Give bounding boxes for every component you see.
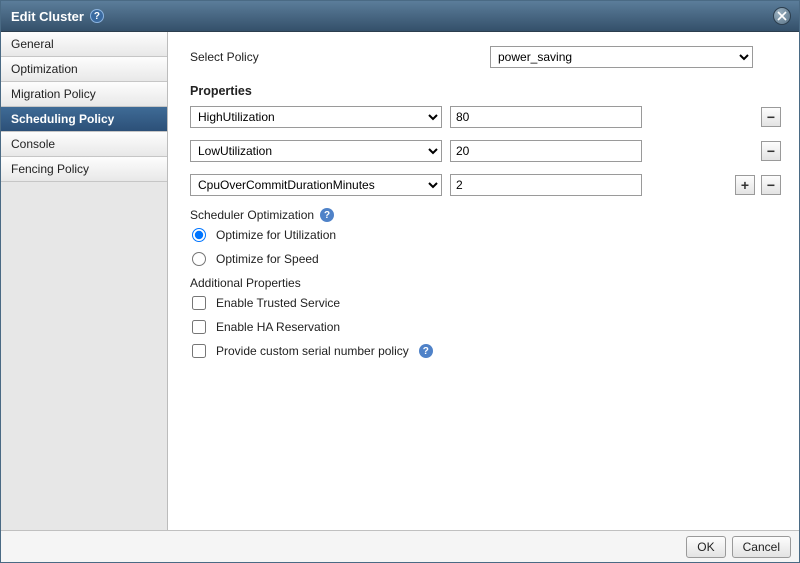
- check-label: Enable Trusted Service: [216, 296, 340, 310]
- sidebar-item-migration-policy[interactable]: Migration Policy: [1, 82, 167, 107]
- remove-property-button[interactable]: −: [761, 175, 781, 195]
- help-icon[interactable]: ?: [320, 208, 334, 222]
- sidebar-item-label: General: [11, 37, 54, 51]
- sidebar-item-label: Fencing Policy: [11, 162, 89, 176]
- property-value-input[interactable]: [450, 140, 642, 162]
- property-value-input[interactable]: [450, 174, 642, 196]
- properties-heading: Properties: [190, 84, 781, 98]
- check-label: Provide custom serial number policy: [216, 344, 409, 358]
- custom-serial-checkbox[interactable]: [192, 344, 206, 358]
- ha-reservation-checkbox[interactable]: [192, 320, 206, 334]
- cancel-button[interactable]: Cancel: [732, 536, 791, 558]
- scheduler-heading-row: Scheduler Optimization ?: [190, 208, 781, 222]
- sidebar-item-fencing-policy[interactable]: Fencing Policy: [1, 157, 167, 182]
- sidebar-item-console[interactable]: Console: [1, 132, 167, 157]
- close-icon: [777, 11, 787, 21]
- property-row: CpuOverCommitDurationMinutes + −: [190, 174, 781, 196]
- scheduler-radio-speed[interactable]: [192, 252, 206, 266]
- help-icon[interactable]: ?: [419, 344, 433, 358]
- remove-property-button[interactable]: −: [761, 141, 781, 161]
- sidebar-item-label: Optimization: [11, 62, 78, 76]
- sidebar: General Optimization Migration Policy Sc…: [1, 32, 168, 530]
- content-pane: Select Policy power_saving Properties Hi…: [168, 32, 799, 530]
- policy-select[interactable]: power_saving: [490, 46, 753, 68]
- property-buttons: −: [761, 107, 781, 127]
- property-row: LowUtilization −: [190, 140, 781, 162]
- dialog-body: General Optimization Migration Policy Sc…: [1, 31, 799, 530]
- property-name-select[interactable]: CpuOverCommitDurationMinutes: [190, 174, 442, 196]
- additional-check-row: Enable HA Reservation: [192, 320, 781, 334]
- close-button[interactable]: [773, 7, 791, 25]
- additional-check-row: Enable Trusted Service: [192, 296, 781, 310]
- titlebar: Edit Cluster ?: [1, 1, 799, 31]
- additional-check-row: Provide custom serial number policy ?: [192, 344, 781, 358]
- sidebar-item-general[interactable]: General: [1, 32, 167, 57]
- sidebar-item-optimization[interactable]: Optimization: [1, 57, 167, 82]
- property-buttons: + −: [735, 175, 781, 195]
- sidebar-item-scheduling-policy[interactable]: Scheduling Policy: [1, 107, 167, 132]
- select-policy-row: Select Policy power_saving: [190, 46, 781, 68]
- scheduler-radio-utilization[interactable]: [192, 228, 206, 242]
- scheduler-option-row: Optimize for Utilization: [192, 228, 781, 242]
- sidebar-item-label: Console: [11, 137, 55, 151]
- dialog-title: Edit Cluster: [11, 9, 84, 24]
- property-name-select[interactable]: HighUtilization: [190, 106, 442, 128]
- scheduler-option-label: Optimize for Utilization: [216, 228, 336, 242]
- select-policy-label: Select Policy: [190, 50, 490, 64]
- sidebar-item-label: Migration Policy: [11, 87, 96, 101]
- property-buttons: −: [761, 141, 781, 161]
- ok-button[interactable]: OK: [686, 536, 725, 558]
- scheduler-option-row: Optimize for Speed: [192, 252, 781, 266]
- remove-property-button[interactable]: −: [761, 107, 781, 127]
- property-row: HighUtilization −: [190, 106, 781, 128]
- property-name-select[interactable]: LowUtilization: [190, 140, 442, 162]
- dialog-footer: OK Cancel: [1, 530, 799, 562]
- property-value-input[interactable]: [450, 106, 642, 128]
- edit-cluster-dialog: Edit Cluster ? General Optimization Migr…: [0, 0, 800, 563]
- additional-heading: Additional Properties: [190, 276, 781, 290]
- add-property-button[interactable]: +: [735, 175, 755, 195]
- scheduler-option-label: Optimize for Speed: [216, 252, 319, 266]
- trusted-service-checkbox[interactable]: [192, 296, 206, 310]
- sidebar-item-label: Scheduling Policy: [11, 112, 114, 126]
- help-icon[interactable]: ?: [90, 9, 104, 23]
- scheduler-heading: Scheduler Optimization: [190, 208, 314, 222]
- check-label: Enable HA Reservation: [216, 320, 340, 334]
